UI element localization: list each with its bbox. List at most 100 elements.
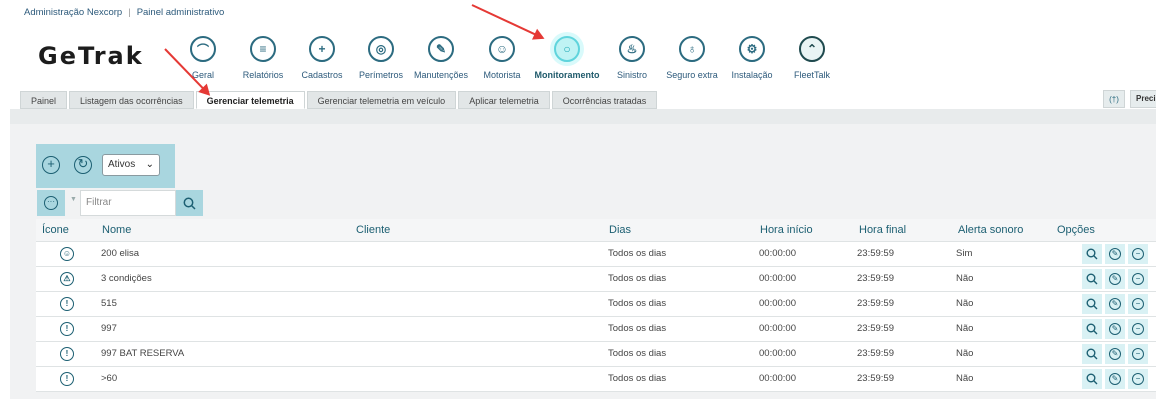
module-label: FleetTalk bbox=[793, 70, 830, 80]
filter-search-button[interactable] bbox=[176, 190, 203, 216]
cell-nome: 997 bbox=[101, 323, 117, 334]
breadcrumb-page[interactable]: Painel administrativo bbox=[137, 7, 225, 18]
getrak-logo[interactable]: GeTrak bbox=[38, 42, 144, 70]
table-row[interactable]: ! 515 Todos os dias 00:00:00 23:59:59 Nã… bbox=[36, 292, 1156, 317]
remove-button[interactable]: − bbox=[1128, 244, 1148, 264]
col-nome[interactable]: Nome bbox=[102, 224, 131, 236]
refresh-icon: ↻ bbox=[77, 156, 89, 171]
cell-hora-final: 23:59:59 bbox=[857, 323, 894, 334]
search-icon bbox=[1086, 298, 1098, 310]
view-button[interactable] bbox=[1082, 344, 1102, 364]
list-toolbar: + ↻ Ativos ⌄ bbox=[36, 144, 175, 188]
search-icon bbox=[1086, 373, 1098, 385]
module-manutencoes[interactable]: ✎ Manutenções bbox=[406, 36, 476, 80]
edit-icon: ✎ bbox=[1109, 348, 1121, 360]
minus-icon: − bbox=[1132, 348, 1144, 360]
cell-alerta: Não bbox=[956, 348, 974, 359]
table-row[interactable]: ! >60 Todos os dias 00:00:00 23:59:59 Nã… bbox=[36, 367, 1156, 392]
table-row[interactable]: ⚠ 3 condições Todos os dias 00:00:00 23:… bbox=[36, 267, 1156, 292]
filter-dropdown-icon[interactable]: ▼ bbox=[70, 196, 77, 203]
cell-dias: Todos os dias bbox=[608, 348, 667, 359]
edit-button[interactable]: ✎ bbox=[1105, 294, 1125, 314]
search-icon bbox=[1086, 348, 1098, 360]
view-button[interactable] bbox=[1082, 319, 1102, 339]
filter-input[interactable]: Filtrar bbox=[80, 190, 176, 216]
col-icone[interactable]: Ícone bbox=[42, 224, 69, 236]
table-row[interactable]: ! 997 BAT RESERVA Todos os dias 00:00:00… bbox=[36, 342, 1156, 367]
view-button[interactable] bbox=[1082, 269, 1102, 289]
cell-hora-final: 23:59:59 bbox=[857, 373, 894, 384]
cell-hora-final: 23:59:59 bbox=[857, 298, 894, 309]
cell-hora-final: 23:59:59 bbox=[857, 348, 894, 359]
table-row[interactable]: ! 997 Todos os dias 00:00:00 23:59:59 Nã… bbox=[36, 317, 1156, 342]
tab-aplicar-telemetria[interactable]: Aplicar telemetria bbox=[458, 91, 550, 109]
col-cliente[interactable]: Cliente bbox=[356, 224, 390, 236]
remove-button[interactable]: − bbox=[1128, 344, 1148, 364]
edit-button[interactable]: ✎ bbox=[1105, 244, 1125, 264]
filter-options-button[interactable]: ··· bbox=[37, 190, 65, 216]
module-fleettalk[interactable]: ⌃ FleetTalk bbox=[777, 36, 847, 80]
tab-listagem-ocorrencias[interactable]: Listagem das ocorrências bbox=[69, 91, 194, 109]
module-motorista[interactable]: ☺ Motorista bbox=[467, 36, 537, 80]
tab-painel[interactable]: Painel bbox=[20, 91, 68, 109]
fleettalk-icon: ⌃ bbox=[799, 36, 825, 62]
cell-dias: Todos os dias bbox=[608, 273, 667, 284]
refresh-button[interactable]: ↻ bbox=[74, 156, 92, 174]
col-hora-inicio[interactable]: Hora início bbox=[760, 224, 813, 236]
cell-alerta: Sim bbox=[956, 248, 973, 259]
remove-button[interactable]: − bbox=[1128, 269, 1148, 289]
cell-alerta: Não bbox=[956, 323, 974, 334]
minus-icon: − bbox=[1132, 323, 1144, 335]
chevron-down-icon: ⌄ bbox=[145, 159, 154, 170]
tab-gerenciar-telemetria-veiculo[interactable]: Gerenciar telemetria em veículo bbox=[306, 91, 457, 109]
table-header: Ícone Nome Cliente Dias Hora início Hora… bbox=[36, 219, 1156, 242]
annotation-arrow bbox=[471, 4, 544, 39]
edit-icon: ✎ bbox=[1109, 323, 1121, 335]
cell-hora-inicio: 00:00:00 bbox=[759, 323, 796, 334]
cell-nome: 200 elisa bbox=[101, 248, 140, 259]
module-label: Monitoramento bbox=[534, 70, 600, 80]
folder-plus-icon: + bbox=[309, 36, 335, 62]
edit-button[interactable]: ✎ bbox=[1105, 369, 1125, 389]
col-opcoes: Opções bbox=[1057, 224, 1095, 236]
cell-dias: Todos os dias bbox=[608, 373, 667, 384]
tab-ocorrencias-tratadas[interactable]: Ocorrências tratadas bbox=[551, 91, 658, 109]
col-dias[interactable]: Dias bbox=[609, 224, 631, 236]
wrench-icon: ✎ bbox=[428, 36, 454, 62]
warning-triangle-icon: ⚠ bbox=[60, 272, 74, 286]
remove-button[interactable]: − bbox=[1128, 369, 1148, 389]
minus-icon: − bbox=[1132, 298, 1144, 310]
exclamation-circle-icon: ! bbox=[60, 347, 74, 361]
report-icon: ≡ bbox=[250, 36, 276, 62]
cell-alerta: Não bbox=[956, 273, 974, 284]
content-top-strip bbox=[10, 109, 1156, 124]
table-row[interactable]: ☺ 200 elisa Todos os dias 00:00:00 23:59… bbox=[36, 242, 1156, 267]
col-alerta-sonoro[interactable]: Alerta sonoro bbox=[958, 224, 1023, 236]
cell-nome: >60 bbox=[101, 373, 118, 384]
antenna-button[interactable]: (†) bbox=[1103, 90, 1125, 108]
edit-button[interactable]: ✎ bbox=[1105, 319, 1125, 339]
remove-button[interactable]: − bbox=[1128, 319, 1148, 339]
view-button[interactable] bbox=[1082, 369, 1102, 389]
cell-hora-inicio: 00:00:00 bbox=[759, 373, 796, 384]
status-select-value: Ativos bbox=[108, 159, 136, 170]
person-badge-icon: ☺ bbox=[60, 247, 74, 261]
col-hora-final[interactable]: Hora final bbox=[859, 224, 906, 236]
cell-nome: 997 BAT RESERVA bbox=[101, 348, 185, 359]
add-button[interactable]: + bbox=[42, 156, 60, 174]
cell-hora-inicio: 00:00:00 bbox=[759, 248, 796, 259]
plus-icon: + bbox=[47, 156, 55, 171]
telemetry-table: Ícone Nome Cliente Dias Hora início Hora… bbox=[36, 219, 1156, 392]
truncated-right-button[interactable]: Preci bbox=[1130, 90, 1156, 108]
view-button[interactable] bbox=[1082, 294, 1102, 314]
edit-button[interactable]: ✎ bbox=[1105, 269, 1125, 289]
remove-button[interactable]: − bbox=[1128, 294, 1148, 314]
antenna-icon: (†) bbox=[1109, 94, 1119, 104]
driver-icon: ☺ bbox=[489, 36, 515, 62]
exclamation-circle-icon: ! bbox=[60, 372, 74, 386]
breadcrumb-org[interactable]: Administração Nexcorp bbox=[24, 7, 122, 18]
status-select[interactable]: Ativos ⌄ bbox=[102, 154, 160, 176]
edit-button[interactable]: ✎ bbox=[1105, 344, 1125, 364]
view-button[interactable] bbox=[1082, 244, 1102, 264]
edit-icon: ✎ bbox=[1109, 248, 1121, 260]
